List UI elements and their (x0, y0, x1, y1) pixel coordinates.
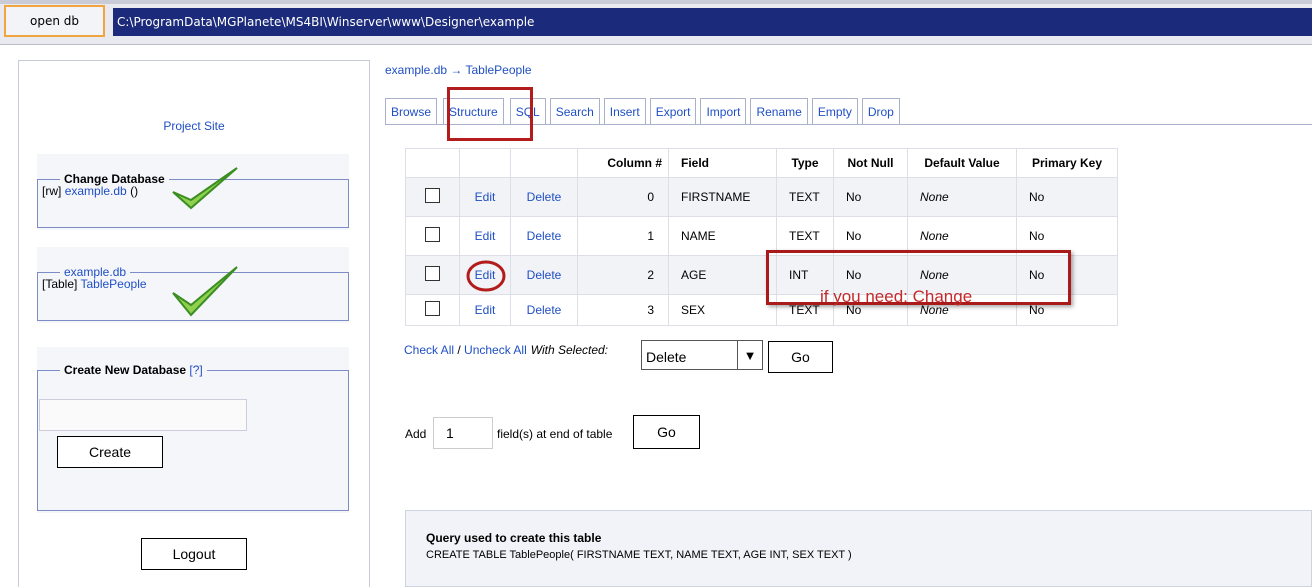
add-fields-go-button[interactable]: Go (633, 415, 700, 449)
edit-link[interactable]: Edit (475, 303, 496, 317)
delete-link[interactable]: Delete (527, 190, 562, 204)
breadcrumb[interactable]: example.db → TablePeople (385, 63, 532, 77)
tab-browse[interactable]: Browse (385, 98, 438, 124)
table-label: [Table] (42, 277, 78, 291)
header-field: Field (668, 148, 777, 178)
delete-link[interactable]: Delete (527, 268, 562, 282)
tab-empty[interactable]: Empty (811, 98, 858, 124)
header-primary-key: Primary Key (1016, 148, 1118, 178)
edit-cell: Edit (459, 216, 511, 256)
header-type: Type (776, 148, 834, 178)
table-people-link[interactable]: TablePeople (80, 277, 146, 291)
add-fields-suffix: field(s) at end of table (497, 427, 613, 441)
tab-search[interactable]: Search (549, 98, 600, 124)
create-database-title: Create New Database (64, 363, 187, 377)
edit-cell: Edit (459, 255, 511, 295)
tab-import[interactable]: Import (700, 98, 747, 124)
annotation-note: if you need: Change (820, 287, 973, 306)
column-number-cell: 3 (577, 294, 669, 326)
with-selected-label: With Selected: (530, 343, 609, 357)
default-value-cell: None (907, 177, 1017, 217)
help-link[interactable]: [?] (189, 363, 202, 377)
uncheck-all-link[interactable]: Uncheck All (464, 343, 527, 357)
delete-cell: Delete (510, 255, 578, 295)
row-checkbox-cell (405, 177, 460, 217)
chevron-down-icon[interactable]: ▼ (737, 341, 762, 369)
go-selected-button[interactable]: Go (768, 341, 833, 373)
edit-cell: Edit (459, 294, 511, 326)
header-not-null: Not Null (833, 148, 908, 178)
project-site-link-wrap: Project Site (19, 119, 369, 133)
edit-circle-highlight-icon (466, 260, 506, 292)
delete-cell: Delete (510, 216, 578, 256)
tab-drop[interactable]: Drop (861, 98, 900, 124)
delete-cell: Delete (510, 177, 578, 217)
table-line: [Table] TablePeople (42, 277, 147, 291)
create-button[interactable]: Create (57, 436, 163, 468)
top-strip (0, 0, 1312, 4)
project-site-link[interactable]: Project Site (163, 119, 224, 133)
row-checkbox[interactable] (425, 266, 440, 281)
tab-export[interactable]: Export (649, 98, 697, 124)
selected-action: Delete (646, 349, 687, 365)
row-checkbox[interactable] (425, 301, 440, 316)
field-cell: NAME (668, 216, 777, 256)
path-field[interactable]: C:\ProgramData\MGPlanete\MS4BI\Winserver… (113, 8, 1312, 36)
delete-link[interactable]: Delete (527, 303, 562, 317)
table-header-row: Column # Field Type Not Null Default Val… (405, 148, 1118, 178)
open-db-button[interactable]: open db (4, 5, 105, 37)
table-row: Edit Delete 0 FIRSTNAME TEXT No None No (405, 177, 1118, 217)
header-default-value: Default Value (907, 148, 1017, 178)
edit-link[interactable]: Edit (475, 190, 496, 204)
field-cell: FIRSTNAME (668, 177, 777, 217)
with-selected-select[interactable]: Delete ▼ (641, 340, 763, 370)
delete-cell: Delete (510, 294, 578, 326)
query-sql: CREATE TABLE TablePeople( FIRSTNAME TEXT… (426, 549, 852, 561)
column-number-cell: 0 (577, 177, 669, 217)
new-database-input[interactable] (39, 399, 247, 431)
paren-close: ) (134, 184, 139, 198)
edit-link[interactable]: Edit (475, 229, 496, 243)
check-mark-icon (172, 266, 238, 317)
primary-key-cell: No (1016, 177, 1118, 217)
row-checkbox-cell (405, 255, 460, 295)
tab-rename[interactable]: Rename (750, 98, 808, 124)
selection-row: Check All / Uncheck All With Selected: (404, 343, 608, 357)
rw-label: [rw] (42, 184, 62, 198)
header-checkbox (405, 148, 460, 178)
edit-cell: Edit (459, 177, 511, 217)
header-edit (459, 148, 511, 178)
type-cell: TEXT (776, 177, 834, 217)
create-database-legend: Create New Database [?] (60, 363, 207, 377)
check-mark-icon (172, 167, 238, 210)
field-count-input[interactable]: 1 (433, 417, 493, 449)
add-label: Add (405, 427, 427, 441)
structure-tab-highlight (447, 87, 533, 141)
check-all-link[interactable]: Check All (404, 343, 454, 357)
query-title: Query used to create this table (426, 531, 602, 545)
logout-button[interactable]: Logout (141, 538, 247, 570)
row-checkbox-cell (405, 216, 460, 256)
row-checkbox[interactable] (425, 227, 440, 242)
field-cell: AGE (668, 255, 777, 295)
delete-link[interactable]: Delete (527, 229, 562, 243)
not-null-cell: No (833, 177, 908, 217)
column-number-cell: 1 (577, 216, 669, 256)
top-bar: open db C:\ProgramData\MGPlanete\MS4BI\W… (0, 0, 1312, 45)
field-cell: SEX (668, 294, 777, 326)
query-panel: Query used to create this table CREATE T… (405, 510, 1312, 587)
header-delete (510, 148, 578, 178)
example-db-link[interactable]: example.db (65, 184, 127, 198)
tab-insert[interactable]: Insert (603, 98, 646, 124)
sidebar: Project Site Change Database [rw] exampl… (18, 60, 370, 587)
change-database-line: [rw] example.db () (42, 184, 138, 198)
row-checkbox-cell (405, 294, 460, 326)
row-checkbox[interactable] (425, 188, 440, 203)
header-column-number: Column # (577, 148, 669, 178)
check-separator: / (454, 343, 465, 357)
column-number-cell: 2 (577, 255, 669, 295)
